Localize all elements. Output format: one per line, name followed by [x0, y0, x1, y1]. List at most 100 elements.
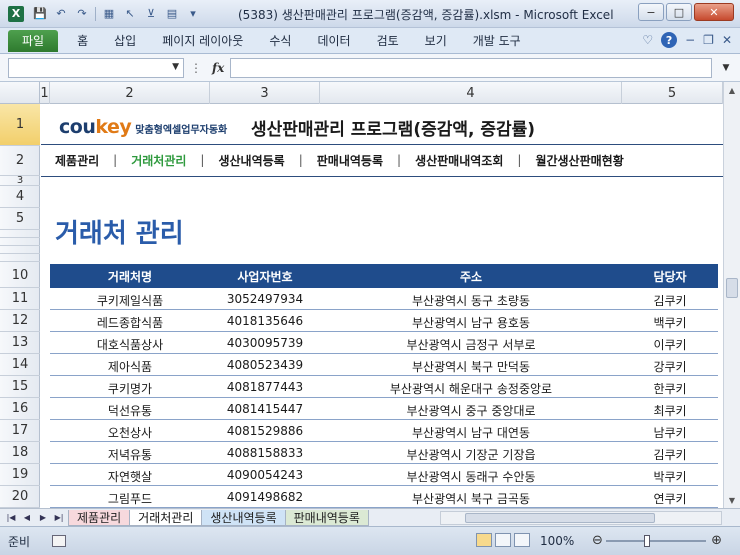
table-row[interactable]: 쿠키명가 4081877443 부산광역시 해운대구 송정중앙로 한쿠키 [50, 376, 718, 398]
row-header[interactable]: 11 [0, 288, 40, 310]
column-header-2[interactable]: 2 [50, 82, 210, 104]
sheet-tab-sales[interactable]: 판매내역등록 [284, 509, 369, 526]
menu-item-production-entry[interactable]: 생산내역등록 [204, 152, 298, 169]
row-header[interactable]: 16 [0, 398, 40, 420]
horizontal-scrollbar[interactable] [440, 511, 722, 525]
row-header[interactable]: 19 [0, 464, 40, 486]
table-row[interactable]: 대호식품상사 4030095739 부산광역시 금정구 서부로 이쿠키 [50, 332, 718, 354]
table-header: 거래처명 사업자번호 주소 담당자 [50, 264, 718, 288]
insert-function-button[interactable]: fx [212, 61, 224, 75]
ribbon-collapse-icon[interactable]: ♡ [642, 33, 653, 47]
row-header[interactable]: 2 [0, 146, 40, 176]
row-header[interactable]: 15 [0, 376, 40, 398]
zoom-level[interactable]: 100% [540, 534, 574, 548]
table-row[interactable]: 오천상사 4081529886 부산광역시 남구 대연동 남쿠키 [50, 420, 718, 442]
zoom-slider[interactable]: ⊖ ⊕ [592, 533, 722, 548]
row-header[interactable]: 20 [0, 486, 40, 508]
page-break-view-icon[interactable] [514, 533, 530, 547]
form-icon[interactable]: ▦ [101, 6, 117, 22]
menu-item-sales-entry[interactable]: 판매내역등록 [303, 152, 397, 169]
help-icon[interactable]: ? [661, 32, 678, 48]
cell-grid[interactable]: cou key 맞춤형엑셀업무자동화 생산판매관리 프로그램(증감액, 증감률) … [41, 104, 723, 508]
row-header[interactable]: 4 [0, 186, 40, 208]
customize-dropdown-icon[interactable]: ▾ [185, 6, 201, 22]
row-header[interactable] [0, 246, 40, 254]
vertical-scroll-thumb[interactable] [726, 278, 738, 298]
horizontal-scroll-thumb[interactable] [465, 513, 655, 523]
page-layout-view-icon[interactable] [495, 533, 511, 547]
last-sheet-icon[interactable]: ▶| [52, 513, 66, 522]
select-pointer-icon[interactable]: ↖ [122, 6, 138, 22]
table-row[interactable]: 저녁유통 4088158833 부산광역시 기장군 기장읍 김쿠키 [50, 442, 718, 464]
doc-restore-icon[interactable]: ❐ [703, 33, 714, 47]
tab-data[interactable]: 데이터 [304, 28, 363, 54]
sheet-tab-production[interactable]: 생산내역등록 [201, 509, 286, 526]
select-all-corner[interactable] [0, 82, 40, 104]
ribbon-right-controls: ♡ ? − ❐ ✕ [642, 32, 732, 48]
row-header[interactable]: 10 [0, 264, 40, 288]
formula-input[interactable] [230, 57, 712, 78]
vertical-scrollbar[interactable]: ▲ ▼ [723, 82, 740, 508]
next-sheet-icon[interactable]: ▶ [36, 513, 50, 522]
first-sheet-icon[interactable]: |◀ [4, 513, 18, 522]
sheet-tab-clients[interactable]: 거래처관리 [129, 509, 203, 526]
name-box[interactable]: ▼ [8, 57, 184, 78]
row-header[interactable]: 12 [0, 310, 40, 332]
row-header[interactable]: 14 [0, 354, 40, 376]
sheet-icon[interactable]: ▤ [164, 6, 180, 22]
row-header[interactable]: 18 [0, 442, 40, 464]
close-button[interactable]: ✕ [694, 3, 734, 21]
column-header-1[interactable]: 1 [40, 82, 50, 104]
table-row[interactable]: 덕선유통 4081415447 부산광역시 중구 중앙대로 최쿠키 [50, 398, 718, 420]
tab-formulas[interactable]: 수식 [256, 28, 304, 54]
table-row[interactable]: 그림푸드 4091498682 부산광역시 북구 금곡동 연쿠키 [50, 486, 718, 508]
doc-minimize-icon[interactable]: − [685, 33, 695, 47]
tab-insert[interactable]: 삽입 [101, 28, 149, 54]
zoom-out-icon[interactable]: ⊖ [592, 533, 603, 548]
filter-icon[interactable]: ⊻ [143, 6, 159, 22]
prev-sheet-icon[interactable]: ◀ [20, 513, 34, 522]
column-header-3[interactable]: 3 [210, 82, 320, 104]
tab-home[interactable]: 홈 [64, 28, 101, 54]
row-header[interactable] [0, 230, 40, 238]
menu-item-products[interactable]: 제품관리 [41, 152, 113, 169]
undo-icon[interactable]: ↶ [53, 6, 69, 22]
sheet-tab-products[interactable]: 제품관리 [68, 509, 131, 526]
table-row[interactable]: 자연햇살 4090054243 부산광역시 동래구 수안동 박쿠키 [50, 464, 718, 486]
zoom-track[interactable] [606, 540, 706, 542]
table-row[interactable]: 제아식품 4080523439 부산광역시 북구 만덕동 강쿠키 [50, 354, 718, 376]
minimize-button[interactable]: − [638, 3, 664, 21]
zoom-knob[interactable] [644, 535, 650, 547]
maximize-button[interactable]: □ [666, 3, 692, 21]
row-header[interactable]: 5 [0, 208, 40, 230]
menu-item-clients[interactable]: 거래처관리 [117, 152, 200, 169]
excel-icon[interactable]: X [8, 5, 24, 22]
column-header-4[interactable]: 4 [320, 82, 622, 104]
tab-view[interactable]: 보기 [412, 28, 460, 54]
row-header[interactable]: 1 [0, 104, 40, 146]
column-header-5[interactable]: 5 [622, 82, 723, 104]
table-row[interactable]: 레드종합식품 4018135646 부산광역시 남구 용호동 백쿠키 [50, 310, 718, 332]
normal-view-icon[interactable] [476, 533, 492, 547]
scroll-down-icon[interactable]: ▼ [724, 492, 740, 508]
menu-item-history-lookup[interactable]: 생산판매내역조회 [401, 152, 517, 169]
tab-page-layout[interactable]: 페이지 레이아웃 [149, 28, 256, 54]
row-header[interactable] [0, 238, 40, 246]
scroll-up-icon[interactable]: ▲ [724, 82, 740, 98]
row-header[interactable]: 13 [0, 332, 40, 354]
save-icon[interactable]: 💾 [32, 6, 48, 22]
redo-icon[interactable]: ↷ [74, 6, 90, 22]
tab-developer[interactable]: 개발 도구 [460, 28, 534, 54]
chevron-down-icon[interactable]: ▼ [172, 62, 179, 72]
doc-close-icon[interactable]: ✕ [722, 33, 732, 47]
tab-review[interactable]: 검토 [364, 28, 412, 54]
row-header[interactable]: 17 [0, 420, 40, 442]
zoom-in-icon[interactable]: ⊕ [711, 533, 722, 548]
row-header[interactable]: 3 [0, 175, 40, 186]
menu-item-monthly-status[interactable]: 월간생산판매현황 [521, 152, 637, 169]
table-row[interactable]: 쿠키제일식품 3052497934 부산광역시 동구 초량동 김쿠키 [50, 288, 718, 310]
tab-file[interactable]: 파일 [8, 29, 59, 52]
row-header[interactable] [0, 254, 40, 262]
macro-record-icon[interactable] [52, 535, 67, 547]
expand-formula-bar-icon[interactable]: ▼ [718, 58, 734, 78]
